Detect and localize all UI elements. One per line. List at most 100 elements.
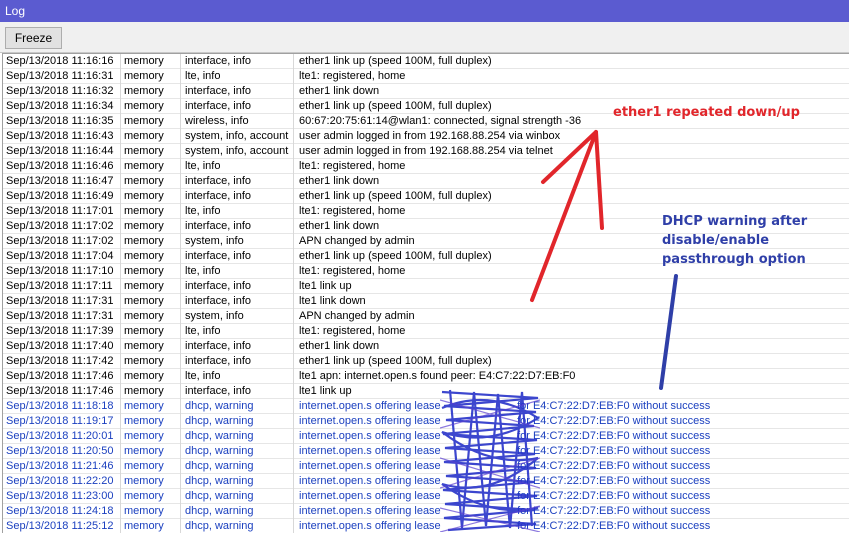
log-topics: interface, info — [185, 249, 294, 264]
log-topics: interface, info — [185, 354, 294, 369]
log-message: internet.open.s offering lease for E4:C7… — [299, 505, 711, 517]
log-message: lte1 link down — [299, 295, 366, 307]
log-row[interactable]: Sep/13/2018 11:16:46 memory lte, info lte1:… — [3, 159, 849, 174]
log-row[interactable]: Sep/13/2018 11:17:46 memory interface, inf… — [3, 384, 849, 399]
toolbar: Freeze — [0, 22, 849, 53]
log-row[interactable]: Sep/13/2018 11:23:00 memory dhcp, warning i… — [3, 489, 849, 504]
redaction-scribble — [440, 389, 540, 532]
log-buffer: memory — [124, 219, 181, 234]
log-message: ether1 link down — [299, 340, 380, 352]
log-buffer: memory — [124, 54, 181, 69]
log-time: Sep/13/2018 11:16:46 — [6, 159, 121, 174]
log-time: Sep/13/2018 11:16:35 — [6, 114, 121, 129]
log-buffer: memory — [124, 339, 181, 354]
log-buffer: memory — [124, 504, 181, 519]
log-message: lte1: registered, home — [299, 325, 406, 337]
log-time: Sep/13/2018 11:16:49 — [6, 189, 121, 204]
log-topics: lte, info — [185, 159, 294, 174]
log-topics: dhcp, warning — [185, 519, 294, 533]
log-row[interactable]: Sep/13/2018 11:16:49 memory interface, inf… — [3, 189, 849, 204]
log-time: Sep/13/2018 11:17:40 — [6, 339, 121, 354]
log-row[interactable]: Sep/13/2018 11:22:20 memory dhcp, warning i… — [3, 474, 849, 489]
log-message: internet.open.s offering lease for E4:C7… — [299, 490, 711, 502]
log-row[interactable]: Sep/13/2018 11:17:39 memory lte, info lte1:… — [3, 324, 849, 339]
annotation-dhcp-line-3: passthrough option — [662, 252, 806, 267]
log-time: Sep/13/2018 11:16:44 — [6, 144, 121, 159]
log-topics: lte, info — [185, 324, 294, 339]
log-time: Sep/13/2018 11:25:12 — [6, 519, 121, 533]
log-buffer: memory — [124, 369, 181, 384]
log-row[interactable]: Sep/13/2018 11:21:46 memory dhcp, warning i… — [3, 459, 849, 474]
log-topics: dhcp, warning — [185, 414, 294, 429]
log-message: lte1 link up — [299, 280, 352, 292]
freeze-button[interactable]: Freeze — [5, 27, 62, 49]
log-row[interactable]: Sep/13/2018 11:20:01 memory dhcp, warning i… — [3, 429, 849, 444]
log-list[interactable]: Sep/13/2018 11:16:16 memory interface, inf… — [2, 53, 849, 533]
log-buffer: memory — [124, 204, 181, 219]
log-buffer: memory — [124, 324, 181, 339]
log-row[interactable]: Sep/13/2018 11:17:46 memory lte, info lte1 … — [3, 369, 849, 384]
log-row[interactable]: Sep/13/2018 11:17:40 memory interface, inf… — [3, 339, 849, 354]
log-row[interactable]: Sep/13/2018 11:17:11 memory interface, inf… — [3, 279, 849, 294]
log-buffer: memory — [124, 399, 181, 414]
log-topics: interface, info — [185, 99, 294, 114]
log-row[interactable]: Sep/13/2018 11:16:44 memory system, info, … — [3, 144, 849, 159]
log-row[interactable]: Sep/13/2018 11:20:50 memory dhcp, warning i… — [3, 444, 849, 459]
log-row[interactable]: Sep/13/2018 11:17:31 memory system, info AP… — [3, 309, 849, 324]
log-topics: interface, info — [185, 174, 294, 189]
log-topics: interface, info — [185, 279, 294, 294]
log-topics: dhcp, warning — [185, 489, 294, 504]
log-time: Sep/13/2018 11:17:31 — [6, 309, 121, 324]
log-time: Sep/13/2018 11:17:46 — [6, 384, 121, 399]
log-topics: lte, info — [185, 69, 294, 84]
log-row[interactable]: Sep/13/2018 11:18:18 memory dhcp, warning i… — [3, 399, 849, 414]
log-topics: interface, info — [185, 84, 294, 99]
log-row[interactable]: Sep/13/2018 11:19:17 memory dhcp, warning i… — [3, 414, 849, 429]
log-row[interactable]: Sep/13/2018 11:16:47 memory interface, inf… — [3, 174, 849, 189]
log-time: Sep/13/2018 11:23:00 — [6, 489, 121, 504]
log-topics: interface, info — [185, 219, 294, 234]
log-buffer: memory — [124, 234, 181, 249]
log-buffer: memory — [124, 279, 181, 294]
log-time: Sep/13/2018 11:16:32 — [6, 84, 121, 99]
log-topics: dhcp, warning — [185, 444, 294, 459]
log-message: ether1 link up (speed 100M, full duplex) — [299, 55, 492, 67]
log-message: lte1 apn: internet.open.s found peer: E4… — [299, 370, 576, 382]
log-buffer: memory — [124, 474, 181, 489]
log-time: Sep/13/2018 11:17:01 — [6, 204, 121, 219]
log-time: Sep/13/2018 11:16:31 — [6, 69, 121, 84]
log-time: Sep/13/2018 11:17:02 — [6, 234, 121, 249]
log-buffer: memory — [124, 429, 181, 444]
log-row[interactable]: Sep/13/2018 11:17:31 memory interface, inf… — [3, 294, 849, 309]
log-time: Sep/13/2018 11:22:20 — [6, 474, 121, 489]
log-row[interactable]: Sep/13/2018 11:24:18 memory dhcp, warning i… — [3, 504, 849, 519]
log-buffer: memory — [124, 84, 181, 99]
annotation-dhcp-line-1: DHCP warning after — [662, 214, 808, 229]
log-buffer: memory — [124, 159, 181, 174]
log-time: Sep/13/2018 11:21:46 — [6, 459, 121, 474]
log-buffer: memory — [124, 264, 181, 279]
log-row[interactable]: Sep/13/2018 11:16:31 memory lte, info lte1:… — [3, 69, 849, 84]
log-row[interactable]: Sep/13/2018 11:16:43 memory system, info, … — [3, 129, 849, 144]
log-topics: wireless, info — [185, 114, 294, 129]
log-topics: system, info, account — [185, 129, 294, 144]
log-buffer: memory — [124, 414, 181, 429]
log-time: Sep/13/2018 11:16:47 — [6, 174, 121, 189]
log-buffer: memory — [124, 489, 181, 504]
log-buffer: memory — [124, 459, 181, 474]
log-message: internet.open.s offering lease for E4:C7… — [299, 400, 711, 412]
log-buffer: memory — [124, 309, 181, 324]
log-row[interactable]: Sep/13/2018 11:25:12 memory dhcp, warning i… — [3, 519, 849, 533]
window-title: Log — [5, 4, 26, 18]
log-topics: interface, info — [185, 339, 294, 354]
log-buffer: memory — [124, 249, 181, 264]
log-row[interactable]: Sep/13/2018 11:16:16 memory interface, inf… — [3, 54, 849, 69]
log-buffer: memory — [124, 354, 181, 369]
log-message: user admin logged in from 192.168.88.254… — [299, 145, 553, 157]
log-topics: lte, info — [185, 369, 294, 384]
log-row[interactable]: Sep/13/2018 11:17:42 memory interface, inf… — [3, 354, 849, 369]
log-row[interactable]: Sep/13/2018 11:16:32 memory interface, inf… — [3, 84, 849, 99]
log-time: Sep/13/2018 11:24:18 — [6, 504, 121, 519]
log-message: lte1: registered, home — [299, 70, 406, 82]
log-topics: dhcp, warning — [185, 429, 294, 444]
